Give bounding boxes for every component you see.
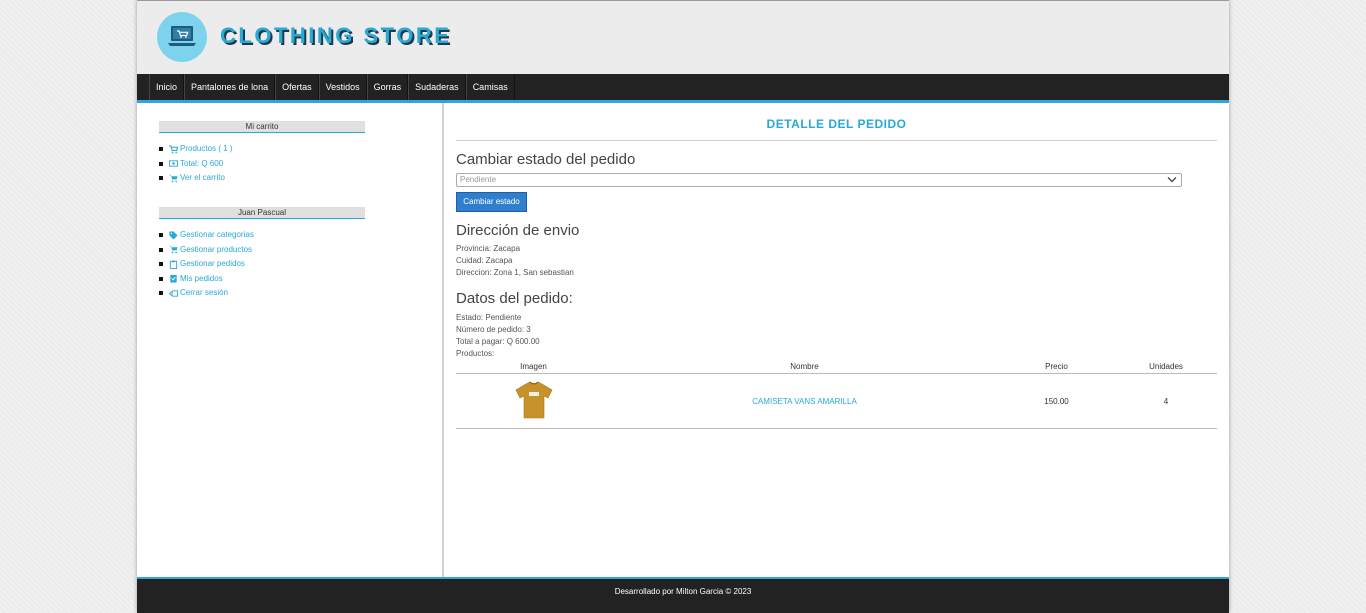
bullet — [159, 176, 163, 181]
nav-item-camisas[interactable]: Camisas — [465, 74, 515, 100]
table-row: CAMISETA VANS AMARILLA 150.00 4 — [456, 373, 1217, 429]
nav-item-sudaderas[interactable]: Sudaderas — [408, 74, 466, 100]
money-icon — [169, 160, 178, 167]
logout-link[interactable]: Cerrar sesión — [159, 286, 254, 301]
view-cart-label: Ver el carrito — [180, 173, 225, 182]
user-box-title: Juan Pascual — [159, 207, 365, 219]
cart-icon — [169, 174, 178, 183]
page: CLOTHING STORE Inicio Pantalones de lona… — [137, 0, 1229, 613]
footer-text: Desarrollado por Milton Garcia © 2023 — [614, 587, 752, 596]
clipboard-icon — [169, 260, 178, 269]
manage-orders-label: Gestionar pedidos — [180, 259, 245, 268]
site-footer: Desarrollado por Milton Garcia © 2023 — [137, 577, 1229, 613]
order-number: Número de pedido: 3 — [456, 325, 531, 334]
col-image: Imagen — [456, 360, 611, 374]
product-name-link[interactable]: CAMISETA VANS AMARILLA — [611, 373, 998, 429]
bullet — [159, 247, 163, 252]
clipboard-check-icon — [170, 275, 177, 283]
store-title: CLOTHING STORE — [220, 23, 452, 48]
cart-total-link[interactable]: Total: Q 600 — [159, 157, 232, 172]
cart-box-title: Mi carrito — [159, 121, 365, 133]
user-menu-list: Gestionar categorias Gestionar productos… — [159, 228, 254, 301]
manage-products-label: Gestionar productos — [180, 244, 253, 254]
manage-categories-label: Gestionar categorias — [180, 230, 254, 239]
product-image-cell — [456, 373, 611, 429]
shipping-heading: Dirección de envio — [456, 222, 580, 239]
product-price: 150.00 — [998, 373, 1115, 429]
status-select[interactable]: Pendiente — [456, 173, 1182, 187]
view-cart-link[interactable]: Ver el carrito — [159, 171, 232, 186]
manage-products-link[interactable]: Gestionar productos — [159, 243, 254, 258]
cart-products-label: Productos ( 1 ) — [180, 144, 233, 153]
bullet — [159, 233, 163, 238]
products-table: Imagen Nombre Precio Unidades CAMISETA V… — [456, 360, 1217, 429]
order-status: Estado: Pendiente — [456, 313, 522, 322]
shipping-info: Provincia: Zacapa Cuidad: Zacapa Direcci… — [456, 243, 574, 279]
shipping-province: Provincia: Zacapa — [456, 244, 521, 253]
nav-item-pantalones[interactable]: Pantalones de lona — [184, 74, 276, 100]
table-header-row: Imagen Nombre Precio Unidades — [456, 360, 1217, 374]
my-orders-label: Mis pedidos — [180, 273, 223, 283]
cart-list: Productos ( 1 ) Total: Q 600 Ver el carr… — [159, 142, 232, 186]
change-status-button[interactable]: Cambiar estado — [456, 192, 527, 212]
cart-products-link[interactable]: Productos ( 1 ) — [159, 142, 232, 157]
my-orders-link[interactable]: Mis pedidos — [159, 272, 254, 287]
nav-item-ofertas[interactable]: Ofertas — [275, 74, 319, 100]
nav-item-gorras[interactable]: Gorras — [366, 74, 409, 100]
col-name: Nombre — [611, 360, 998, 374]
order-products-label: Productos: — [456, 349, 495, 358]
shipping-city: Cuidad: Zacapa — [456, 256, 513, 265]
page-title: DETALLE DEL PEDIDO — [766, 117, 907, 131]
bullet — [159, 276, 163, 281]
yellow-tshirt-image[interactable] — [514, 380, 554, 420]
bullet — [159, 262, 163, 267]
manage-categories-link[interactable]: Gestionar categorias — [159, 228, 254, 243]
bullet — [159, 161, 163, 166]
nav-item-inicio[interactable]: Inicio — [149, 74, 185, 100]
order-total: Total a pagar: Q 600.00 — [456, 337, 540, 346]
cart-icon — [169, 246, 178, 254]
nav-item-vestidos[interactable]: Vestidos — [318, 74, 367, 100]
cart-total-label: Total: Q 600 — [180, 158, 224, 168]
logout-icon — [169, 290, 178, 297]
site-header: CLOTHING STORE — [137, 1, 1229, 74]
order-detail: DETALLE DEL PEDIDO Cambiar estado del pe… — [444, 103, 1229, 578]
divider — [456, 140, 1217, 141]
bullet — [159, 147, 163, 152]
cart-icon — [169, 145, 178, 154]
col-price: Precio — [998, 360, 1115, 374]
product-units: 4 — [1115, 373, 1217, 429]
col-units: Unidades — [1115, 360, 1217, 374]
chevron-down-icon — [1167, 177, 1177, 183]
logo[interactable] — [157, 12, 207, 62]
order-data-heading: Datos del pedido: — [456, 290, 573, 307]
content-area: Mi carrito Productos ( 1 ) Total: Q 600 … — [137, 103, 1229, 578]
sidebar: Mi carrito Productos ( 1 ) Total: Q 600 … — [137, 103, 444, 578]
logout-label: Cerrar sesión — [180, 288, 229, 297]
status-select-value: Pendiente — [460, 175, 497, 184]
tag-icon — [169, 231, 178, 240]
bullet — [159, 291, 163, 296]
change-status-heading: Cambiar estado del pedido — [456, 151, 636, 168]
order-info: Estado: Pendiente Número de pedido: 3 To… — [456, 312, 540, 360]
shipping-address: Direccion: Zona 1, San sebastian — [456, 268, 574, 277]
laptop-cart-icon — [168, 26, 196, 46]
main-nav: Inicio Pantalones de lona Ofertas Vestid… — [137, 74, 1229, 103]
manage-orders-link[interactable]: Gestionar pedidos — [159, 257, 254, 272]
